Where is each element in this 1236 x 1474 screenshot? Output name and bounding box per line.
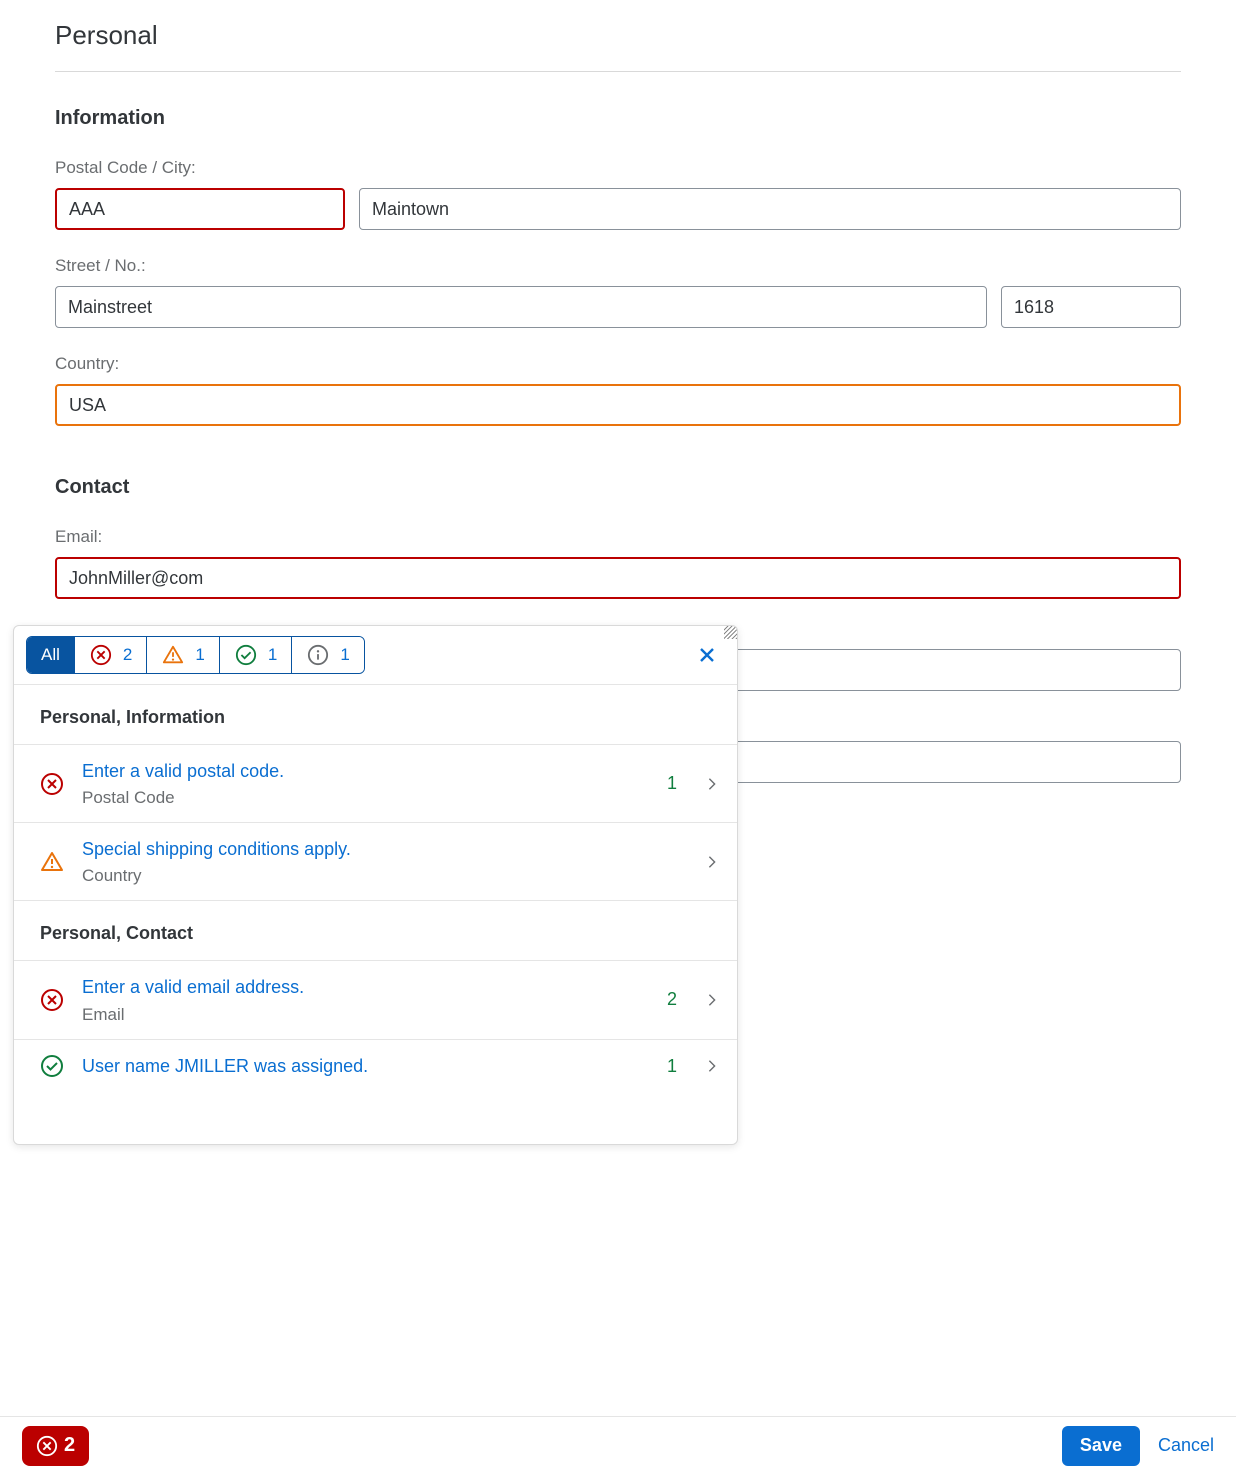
warning-icon: [40, 850, 64, 874]
message-title: Special shipping conditions apply.: [82, 837, 639, 862]
city-input[interactable]: [359, 188, 1181, 230]
cancel-button[interactable]: Cancel: [1158, 1435, 1214, 1456]
filter-error-count: 2: [123, 645, 132, 665]
message-title: Enter a valid email address.: [82, 975, 639, 1000]
message-group-header: Personal, Contact: [14, 901, 737, 961]
message-item[interactable]: User name JMILLER was assigned. 1: [14, 1040, 737, 1093]
success-icon: [234, 643, 258, 667]
street-input[interactable]: [55, 286, 987, 328]
page-title: Personal: [55, 20, 1181, 72]
message-item[interactable]: Enter a valid email address. Email 2: [14, 961, 737, 1039]
message-count: 1: [657, 1056, 687, 1077]
filter-all-label: All: [41, 645, 60, 665]
message-item[interactable]: Enter a valid postal code. Postal Code 1: [14, 745, 737, 823]
close-icon: [699, 647, 715, 663]
chevron-right-icon: [705, 1059, 719, 1073]
filter-info[interactable]: 1: [292, 637, 363, 673]
email-label: Email:: [55, 527, 1181, 547]
footer-error-count: 2: [64, 1434, 75, 1457]
section-information-title: Information: [55, 107, 1181, 130]
message-count: 1: [657, 773, 687, 794]
chevron-right-icon: [705, 993, 719, 1007]
postal-city-label: Postal Code / City:: [55, 158, 1181, 178]
message-subtitle: Postal Code: [82, 788, 639, 808]
filter-warning[interactable]: 1: [147, 637, 219, 673]
error-icon: [89, 643, 113, 667]
message-group-header: Personal, Information: [14, 685, 737, 745]
popover-close-button[interactable]: [689, 637, 725, 673]
filter-info-count: 1: [340, 645, 349, 665]
filter-error[interactable]: 2: [75, 637, 147, 673]
chevron-right-icon: [705, 855, 719, 869]
message-title: Enter a valid postal code.: [82, 759, 639, 784]
error-icon: [40, 988, 64, 1012]
error-icon: [40, 772, 64, 796]
info-icon: [306, 643, 330, 667]
message-subtitle: Country: [82, 866, 639, 886]
message-filter-segmented: All 2 1 1: [26, 636, 365, 674]
email-input[interactable]: [55, 557, 1181, 599]
street-no-label: Street / No.:: [55, 256, 1181, 276]
popover-header: All 2 1 1: [14, 626, 737, 684]
message-count: 2: [657, 989, 687, 1010]
filter-warning-count: 1: [195, 645, 204, 665]
country-input[interactable]: [55, 384, 1181, 426]
error-icon: [36, 1435, 58, 1457]
message-popover: All 2 1 1: [13, 625, 738, 1145]
message-subtitle: Email: [82, 1005, 639, 1025]
message-title: User name JMILLER was assigned.: [82, 1054, 639, 1079]
warning-icon: [161, 643, 185, 667]
success-icon: [40, 1054, 64, 1078]
chevron-right-icon: [705, 777, 719, 791]
street-no-input[interactable]: [1001, 286, 1181, 328]
footer-bar: 2 Save Cancel: [0, 1416, 1236, 1474]
filter-success-count: 1: [268, 645, 277, 665]
footer-error-badge[interactable]: 2: [22, 1426, 89, 1466]
filter-success[interactable]: 1: [220, 637, 292, 673]
country-label: Country:: [55, 354, 1181, 374]
section-contact-title: Contact: [55, 476, 1181, 499]
popover-body[interactable]: Personal, Information Enter a valid post…: [14, 684, 737, 1144]
message-item[interactable]: Special shipping conditions apply. Count…: [14, 823, 737, 901]
postal-code-input[interactable]: [55, 188, 345, 230]
filter-all[interactable]: All: [27, 637, 75, 673]
save-button[interactable]: Save: [1062, 1426, 1140, 1466]
